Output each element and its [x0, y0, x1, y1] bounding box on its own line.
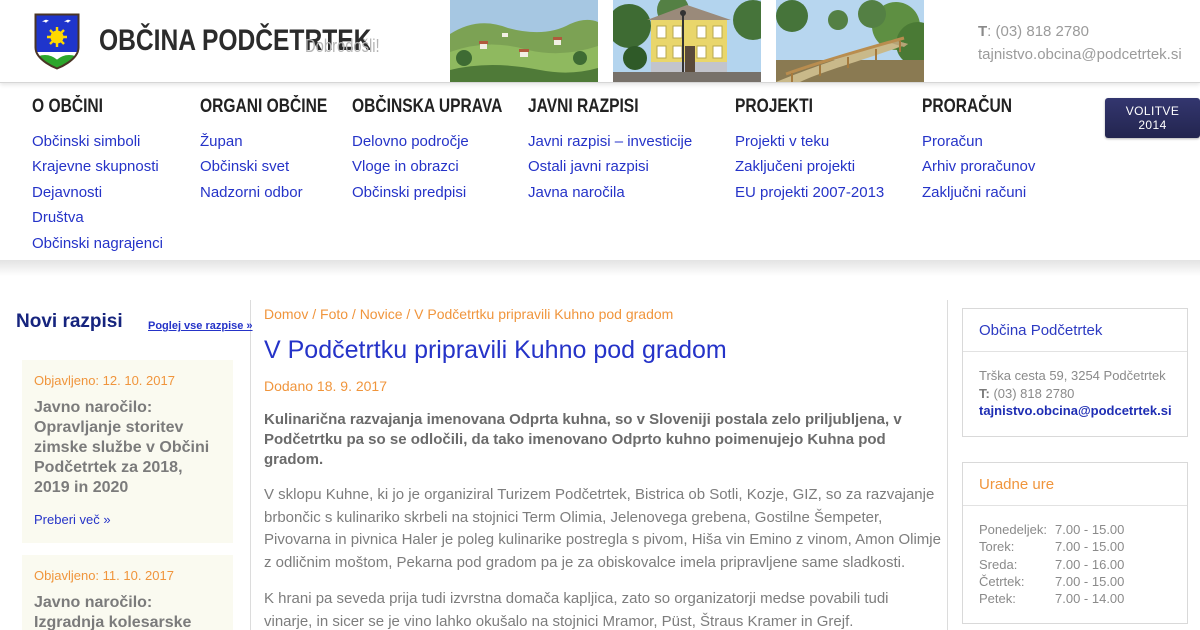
read-more-link[interactable]: Preberi več » — [34, 512, 111, 527]
nav-link-obcinski-predpisi[interactable]: Občinski predpisi — [352, 184, 466, 201]
nav-heading: JAVNI RAZPISI — [528, 96, 692, 118]
header-photo-strip — [450, 0, 939, 82]
post-date: Objavljeno: 11. 10. 2017 — [34, 568, 221, 583]
nav-link-krajevne-skupnosti[interactable]: Krajevne skupnosti — [32, 158, 159, 175]
left-divider — [250, 300, 251, 630]
nav-shadow-divider — [0, 260, 1200, 276]
office-hours-box: Uradne ure Ponedeljek:7.00 - 15.00 Torek… — [962, 462, 1188, 624]
nav-column-proracun: PRORAČUN Proračun Arhiv proračunov Zaklj… — [922, 96, 1035, 205]
nav-heading: PRORAČUN — [922, 96, 1035, 118]
post-title: Javno naročilo: Izgradnja kolesarske pot… — [34, 593, 221, 630]
article-lead: Kulinarična razvajanja imenovana Odprta … — [264, 410, 941, 470]
nav-link-zupan[interactable]: Župan — [200, 133, 243, 150]
nav-link-proracun[interactable]: Proračun — [922, 133, 983, 150]
welcome-text: Dobrodošli! — [305, 36, 396, 57]
main-navigation: O OBČINI Občinski simboli Krajevne skupn… — [0, 84, 1200, 260]
municipal-coat-of-arms-logo[interactable] — [34, 13, 80, 70]
header-email-link[interactable]: tajnistvo.obcina@podcetrtek.si — [978, 46, 1182, 63]
office-hours-title: Uradne ure — [963, 463, 1187, 506]
hours-row: Četrtek:7.00 - 15.00 — [979, 573, 1171, 590]
nav-column-obcinska-uprava: OBČINSKA UPRAVA Delovno področje Vloge i… — [352, 96, 535, 205]
coat-of-arms-icon — [34, 13, 80, 70]
content-area: Novi razpisi Poglej vse razpise » Objavl… — [0, 283, 1200, 630]
hours-row: Torek:7.00 - 15.00 — [979, 538, 1171, 555]
nav-column-organi-obcine: ORGANI OBČINE Župan Občinski svet Nadzor… — [200, 96, 355, 205]
nav-link-dejavnosti[interactable]: Dejavnosti — [32, 184, 102, 201]
nav-link-vloge-in-obrazci[interactable]: Vloge in obrazci — [352, 158, 459, 175]
nav-link-projekti-v-teku[interactable]: Projekti v teku — [735, 133, 829, 150]
nav-link-ostali-javni-razpisi[interactable]: Ostali javni razpisi — [528, 158, 649, 175]
razpis-card: Objavljeno: 11. 10. 2017 Javno naročilo:… — [22, 555, 233, 630]
nav-link-obcinski-svet[interactable]: Občinski svet — [200, 158, 289, 175]
nav-link-javna-narocila[interactable]: Javna naročila — [528, 184, 625, 201]
article-paragraph: K hrani pa seveda prija tudi izvrstna do… — [264, 588, 941, 630]
nav-column-o-obcini: O OBČINI Občinski simboli Krajevne skupn… — [32, 96, 163, 256]
contact-address: Trška cesta 59, 3254 Podčetrtek — [979, 367, 1171, 385]
hours-row: Petek:7.00 - 14.00 — [979, 590, 1171, 607]
view-all-razpisi-link[interactable]: Poglej vse razpise » — [148, 320, 253, 332]
nav-link-javni-razpisi-investicije[interactable]: Javni razpisi – investicije — [528, 133, 692, 150]
contact-phone: T: (03) 818 2780 — [979, 385, 1171, 403]
article-date: Dodano 18. 9. 2017 — [264, 378, 941, 394]
hours-row: Sreda:7.00 - 16.00 — [979, 556, 1171, 573]
nav-link-eu-projekti[interactable]: EU projekti 2007-2013 — [735, 184, 884, 201]
nav-link-zakljuceni-projekti[interactable]: Zaključeni projekti — [735, 158, 855, 175]
article-paragraph: V sklopu Kuhne, ki jo je organiziral Tur… — [264, 484, 941, 574]
contact-email-link[interactable]: tajnistvo.obcina@podcetrtek.si — [979, 403, 1172, 418]
nav-link-nadzorni-odbor[interactable]: Nadzorni odbor — [200, 184, 303, 201]
nav-link-drustva[interactable]: Društva — [32, 209, 84, 226]
breadcrumb[interactable]: Domov / Foto / Novice / V Podčetrtku pri… — [264, 306, 941, 322]
nav-column-javni-razpisi: JAVNI RAZPISI Javni razpisi – investicij… — [528, 96, 692, 205]
contact-box: Občina Podčetrtek Trška cesta 59, 3254 P… — [962, 308, 1188, 437]
photo-wooden-walkway — [776, 0, 924, 82]
nav-link-delovno-podrocje[interactable]: Delovno področje — [352, 133, 469, 150]
post-title: Javno naročilo: Opravljanje storitev zim… — [34, 398, 221, 498]
article: Domov / Foto / Novice / V Podčetrtku pri… — [264, 283, 941, 630]
phone-label: T — [978, 23, 987, 40]
page: OBČINA PODČETRTEK Dobrodošli! — [0, 0, 1200, 630]
photo-hillside-landscape — [450, 0, 598, 82]
volitve-2014-button[interactable]: VOLITVE 2014 — [1105, 98, 1200, 138]
nav-heading: O OBČINI — [32, 96, 163, 118]
hours-row: Ponedeljek:7.00 - 15.00 — [979, 521, 1171, 538]
nav-heading: OBČINSKA UPRAVA — [352, 96, 535, 118]
nav-link-obcinski-simboli[interactable]: Občinski simboli — [32, 133, 140, 150]
nav-link-zakljucni-racuni[interactable]: Zaključni računi — [922, 184, 1026, 201]
photo-municipal-building — [613, 0, 761, 82]
header-contact: T: (03) 818 2780 tajnistvo.obcina@podcet… — [978, 20, 1182, 66]
site-header: OBČINA PODČETRTEK Dobrodošli! — [0, 0, 1200, 83]
nav-link-obcinski-nagrajenci[interactable]: Občinski nagrajenci — [32, 235, 163, 252]
razpis-card: Objavljeno: 12. 10. 2017 Javno naročilo:… — [22, 360, 233, 543]
nav-heading: ORGANI OBČINE — [200, 96, 355, 118]
nav-link-arhiv-proracunov[interactable]: Arhiv proračunov — [922, 158, 1035, 175]
post-date: Objavljeno: 12. 10. 2017 — [34, 373, 221, 388]
header-phone: T: (03) 818 2780 — [978, 20, 1182, 43]
sidebar-title: Novi razpisi — [16, 311, 123, 333]
nav-heading: PROJEKTI — [735, 96, 884, 118]
right-divider — [947, 300, 948, 630]
contact-box-title: Občina Podčetrtek — [963, 309, 1187, 352]
page-title: V Podčetrtku pripravili Kuhno pod gradom — [264, 336, 941, 365]
nav-column-projekti: PROJEKTI Projekti v teku Zaključeni proj… — [735, 96, 884, 205]
